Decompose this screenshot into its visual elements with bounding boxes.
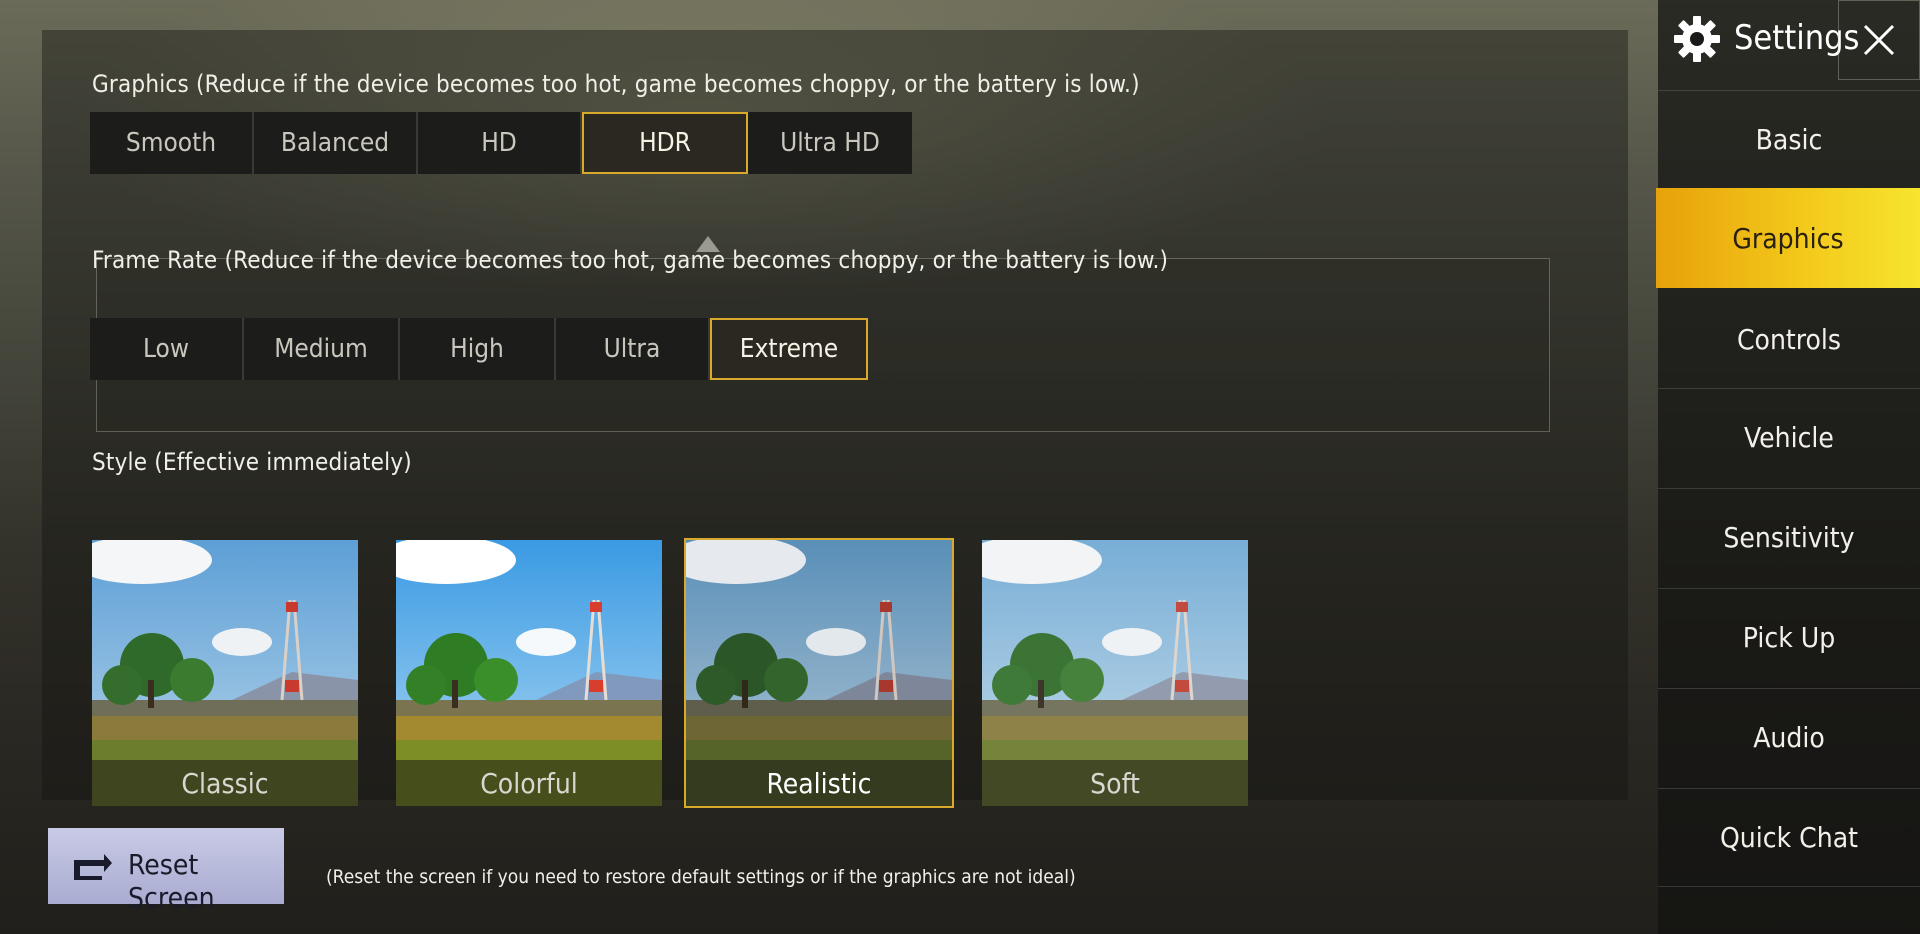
style-card-classic[interactable]: Classic xyxy=(92,540,358,806)
sidebar-item-more[interactable] xyxy=(1658,886,1920,934)
sidebar-header: Settings xyxy=(1658,0,1920,80)
frame-rate-option-ultra[interactable]: Ultra xyxy=(556,318,710,380)
reset-screen-icon xyxy=(74,854,112,880)
frame-rate-selector: Low Medium High Ultra Extreme xyxy=(90,318,868,380)
sidebar-item-audio[interactable]: Audio xyxy=(1658,688,1920,786)
graphics-quality-selector: Smooth Balanced HD HDR Ultra HD xyxy=(90,112,912,174)
sidebar-item-pick-up[interactable]: Pick Up xyxy=(1658,588,1920,686)
settings-sidebar: Settings Basic Graphics Controls Vehicle… xyxy=(1656,0,1920,934)
graphics-option-balanced[interactable]: Balanced xyxy=(254,112,418,174)
close-icon xyxy=(1863,24,1895,56)
reset-screen-button[interactable]: Reset Screen xyxy=(48,828,284,914)
graphics-option-hdr[interactable]: HDR xyxy=(582,112,748,174)
sidebar-item-sensitivity[interactable]: Sensitivity xyxy=(1658,488,1920,586)
style-label: Style (Effective immediately) xyxy=(92,448,412,476)
style-card-label: Realistic xyxy=(686,760,952,806)
sidebar-item-basic[interactable]: Basic xyxy=(1658,90,1920,188)
style-card-soft[interactable]: Soft xyxy=(982,540,1248,806)
style-card-label: Colorful xyxy=(396,760,662,806)
sidebar-item-controls[interactable]: Controls xyxy=(1658,290,1920,388)
sidebar-item-vehicle[interactable]: Vehicle xyxy=(1658,388,1920,486)
graphics-quality-label: Graphics (Reduce if the device becomes t… xyxy=(92,70,1140,98)
graphics-option-hd[interactable]: HD xyxy=(418,112,582,174)
frame-rate-option-extreme[interactable]: Extreme xyxy=(710,318,868,380)
style-card-label: Soft xyxy=(982,760,1248,806)
graphics-settings-panel: Graphics (Reduce if the device becomes t… xyxy=(42,30,1628,808)
reset-screen-note: (Reset the screen if you need to restore… xyxy=(326,866,1076,888)
style-card-realistic[interactable]: Realistic xyxy=(684,538,954,808)
frame-rate-option-medium[interactable]: Medium xyxy=(244,318,400,380)
style-card-label: Classic xyxy=(92,760,358,806)
graphics-option-smooth[interactable]: Smooth xyxy=(90,112,254,174)
frame-rate-label: Frame Rate (Reduce if the device becomes… xyxy=(92,246,1169,274)
close-button[interactable] xyxy=(1838,0,1920,80)
sidebar-item-graphics[interactable]: Graphics xyxy=(1656,188,1920,288)
frame-rate-option-high[interactable]: High xyxy=(400,318,556,380)
frame-rate-option-low[interactable]: Low xyxy=(90,318,244,380)
graphics-option-ultra-hd[interactable]: Ultra HD xyxy=(748,112,912,174)
reset-screen-label: Reset Screen xyxy=(128,848,215,914)
gear-icon xyxy=(1674,16,1720,62)
style-card-colorful[interactable]: Colorful xyxy=(396,540,662,806)
sidebar-item-quick-chat[interactable]: Quick Chat xyxy=(1658,788,1920,886)
